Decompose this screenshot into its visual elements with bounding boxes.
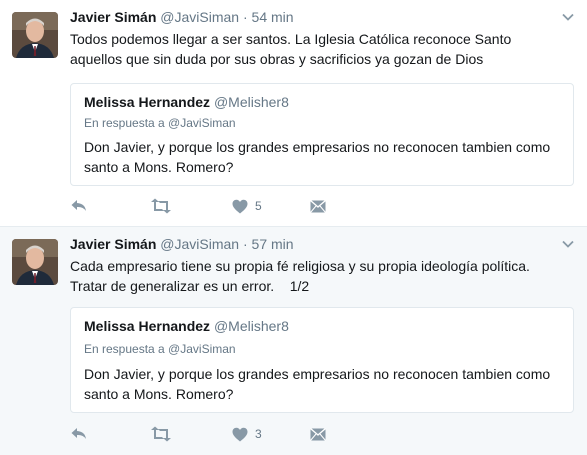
reply-icon: [71, 200, 86, 211]
direct-message-icon: [310, 199, 326, 213]
reply-context: En respuesta a @JaviSiman: [84, 116, 236, 130]
tweet-text-line: Cada empresario tiene su propia fé relig…: [70, 258, 530, 274]
avatar[interactable]: [12, 239, 58, 285]
profile-photo: [12, 12, 58, 58]
quoted-tweet-text: Don Javier, y porque los grandes empresa…: [84, 137, 564, 177]
author-handle[interactable]: @JaviSiman: [160, 236, 239, 252]
tweet-text-line: Todos podemos llegar a ser santos. La Ig…: [70, 31, 512, 47]
direct-message-button[interactable]: [310, 196, 326, 216]
quoted-text-line: santo a Mons. Romero?: [84, 386, 234, 402]
like-button[interactable]: 5: [232, 196, 262, 216]
tweet-header: Javier Simán @JaviSiman · 57 min: [70, 236, 294, 252]
quoted-tweet-header: Melissa Hernandez @Melisher8: [84, 318, 289, 334]
chevron-down-icon[interactable]: [561, 237, 575, 251]
quoted-tweet[interactable]: Melissa Hernandez @Melisher8 En respuest…: [70, 307, 574, 413]
retweet-button[interactable]: [150, 424, 172, 444]
heart-icon: [232, 199, 248, 213]
timestamp[interactable]: 57 min: [252, 236, 294, 252]
tweet-header: Javier Simán @JaviSiman · 54 min: [70, 9, 294, 25]
like-count: 3: [255, 427, 262, 441]
tweet-text: Cada empresario tiene su propia fé relig…: [70, 256, 570, 296]
direct-message-icon: [310, 427, 326, 441]
like-button[interactable]: 3: [232, 424, 262, 444]
quoted-author-name: Melissa Hernandez: [84, 318, 211, 334]
tweet-actions: 3: [70, 424, 370, 444]
reply-button[interactable]: [70, 196, 88, 216]
chevron-down-icon[interactable]: [561, 10, 575, 24]
author-name[interactable]: Javier Simán: [70, 9, 156, 25]
author-handle[interactable]: @JaviSiman: [160, 9, 239, 25]
quoted-author-name: Melissa Hernandez: [84, 94, 211, 110]
quoted-text-line: santo a Mons. Romero?: [84, 159, 234, 175]
quoted-text-line: Don Javier, y porque los grandes empresa…: [84, 139, 551, 155]
reply-context: En respuesta a @JaviSiman: [84, 342, 236, 356]
separator: ·: [242, 236, 248, 252]
timestamp[interactable]: 54 min: [252, 9, 294, 25]
quoted-author-handle: @Melisher8: [213, 94, 289, 110]
tweet-text-line: aquellos que sin duda por sus obras y sa…: [70, 51, 484, 67]
quoted-author-handle: @Melisher8: [213, 318, 289, 334]
heart-icon: [232, 427, 248, 441]
author-name[interactable]: Javier Simán: [70, 236, 156, 252]
quoted-text-line: Don Javier, y porque los grandes empresa…: [84, 366, 551, 382]
retweet-icon: [151, 426, 171, 442]
quoted-tweet-text: Don Javier, y porque los grandes empresa…: [84, 364, 564, 404]
tweet[interactable]: Javier Simán @JaviSiman · 57 min Cada em…: [0, 227, 587, 455]
tweet-actions: 5: [70, 196, 370, 216]
reply-button[interactable]: [70, 424, 88, 444]
avatar[interactable]: [12, 12, 58, 58]
quoted-tweet[interactable]: Melissa Hernandez @Melisher8 En respuest…: [70, 83, 574, 186]
profile-photo: [12, 239, 58, 285]
retweet-button[interactable]: [150, 196, 172, 216]
like-count: 5: [255, 199, 262, 213]
tweet[interactable]: Javier Simán @JaviSiman · 54 min Todos p…: [0, 0, 587, 227]
quoted-tweet-header: Melissa Hernandez @Melisher8: [84, 94, 289, 110]
reply-icon: [71, 428, 86, 439]
direct-message-button[interactable]: [310, 424, 326, 444]
retweet-icon: [151, 198, 171, 214]
tweet-text: Todos podemos llegar a ser santos. La Ig…: [70, 29, 570, 69]
separator: ·: [242, 9, 248, 25]
tweet-text-line: Tratar de generalizar es un error. 1/2: [70, 278, 310, 294]
